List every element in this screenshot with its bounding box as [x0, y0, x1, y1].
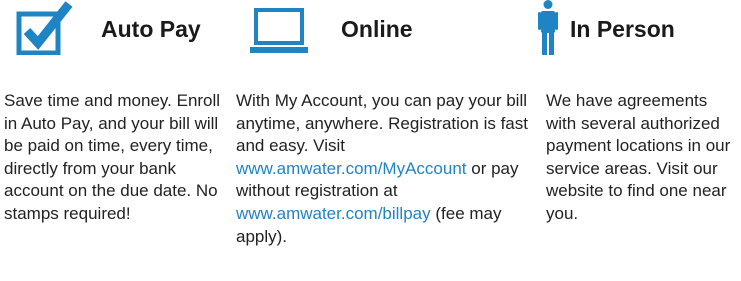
- laptop-icon: [250, 8, 308, 53]
- online-description: With My Account, you can pay your bill a…: [236, 90, 528, 248]
- myaccount-link[interactable]: www.amwater.com/MyAccount: [236, 159, 467, 178]
- online-header: Online: [236, 0, 526, 62]
- autopay-header: Auto Pay: [0, 0, 232, 62]
- autopay-description: Save time and money. Enroll in Auto Pay,…: [4, 91, 221, 223]
- online-title: Online: [341, 16, 413, 42]
- inperson-column: In Person We have agreements with severa…: [538, 0, 741, 223]
- online-column: Online With My Account, you can pay your…: [236, 0, 528, 246]
- billpay-link[interactable]: www.amwater.com/billpay: [236, 204, 431, 223]
- inperson-title: In Person: [570, 16, 675, 42]
- autopay-title: Auto Pay: [101, 16, 201, 42]
- inperson-description: We have agreements with several authoriz…: [546, 91, 731, 223]
- person-icon: [538, 0, 558, 55]
- checkbox-check-icon: [16, 1, 73, 55]
- online-text-1: With My Account, you can pay your bill a…: [236, 91, 528, 156]
- inperson-header: In Person: [538, 0, 741, 62]
- autopay-column: Auto Pay Save time and money. Enroll in …: [0, 0, 232, 223]
